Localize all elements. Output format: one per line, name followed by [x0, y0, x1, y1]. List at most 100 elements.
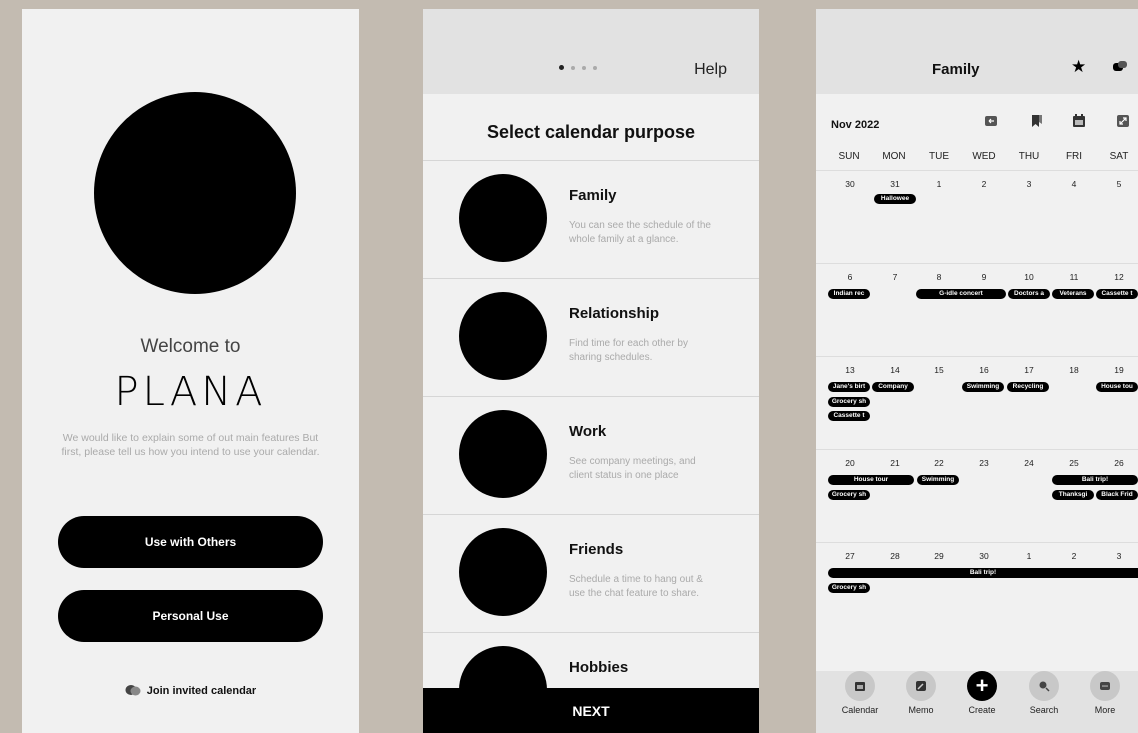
day-cell[interactable]: 6 — [835, 272, 865, 282]
use-with-others-button[interactable]: Use with Others — [58, 516, 323, 568]
day-cell[interactable]: 26 — [1104, 458, 1134, 468]
day-cell[interactable]: 30 — [969, 551, 999, 561]
day-cell[interactable]: 9 — [969, 272, 999, 282]
day-cell[interactable]: 25 — [1059, 458, 1089, 468]
chat-icon[interactable] — [1113, 61, 1127, 73]
page-title: Select calendar purpose — [486, 122, 696, 142]
page-dot — [582, 65, 586, 70]
purpose-image — [459, 292, 547, 380]
calendar-icon[interactable] — [1072, 114, 1086, 128]
nav-search[interactable]: Search — [1014, 671, 1074, 715]
bookmark-icon[interactable] — [1030, 114, 1044, 128]
event-chip[interactable]: G-idle concert — [916, 289, 1006, 299]
event-chip[interactable]: Grocery sh — [828, 490, 870, 500]
day-cell[interactable]: 2 — [969, 179, 999, 189]
event-chip[interactable]: Doctors a — [1008, 289, 1050, 299]
event-chip[interactable]: Thanksgi — [1052, 490, 1094, 500]
event-chip[interactable]: House tou — [1096, 382, 1138, 392]
nav-label: Memo — [908, 705, 934, 715]
day-cell[interactable]: 8 — [924, 272, 954, 282]
day-cell[interactable]: 10 — [1014, 272, 1044, 282]
page-dot — [593, 65, 597, 70]
month-label: Nov 2022 — [831, 119, 880, 131]
day-cell[interactable]: 1 — [1014, 551, 1044, 561]
next-button[interactable]: NEXT — [423, 688, 759, 733]
search-icon — [1029, 671, 1059, 701]
day-cell[interactable]: 31 — [880, 179, 910, 189]
event-chip[interactable]: Grocery sh — [828, 397, 870, 407]
day-cell[interactable]: 30 — [835, 179, 865, 189]
join-invited-calendar-link[interactable]: Join invited calendar — [22, 684, 359, 697]
event-chip[interactable]: House tour — [828, 475, 914, 485]
top-bar: Help — [423, 9, 759, 94]
day-cell[interactable]: 21 — [880, 458, 910, 468]
weekday-label: FRI — [1065, 151, 1083, 162]
day-cell[interactable]: 19 — [1104, 365, 1134, 375]
event-chip[interactable]: Swimming — [917, 475, 959, 485]
nav-more[interactable]: More — [1075, 671, 1135, 715]
event-chip[interactable]: Company — [872, 382, 914, 392]
purpose-item-work[interactable]: Work See company meetings, and client st… — [423, 396, 759, 514]
day-cell[interactable]: 20 — [835, 458, 865, 468]
purpose-name: Family — [569, 187, 617, 204]
day-cell[interactable]: 3 — [1104, 551, 1134, 561]
day-cell[interactable]: 2 — [1059, 551, 1089, 561]
purpose-image — [459, 528, 547, 616]
bottom-navigation: Calendar Memo + Create Search More — [816, 671, 1138, 733]
family-calendar-screen: Family ★ Nov 2022 SUN MON TUE WED THU FR… — [816, 9, 1138, 733]
day-cell[interactable]: 23 — [969, 458, 999, 468]
purpose-image — [459, 174, 547, 262]
event-chip[interactable]: Indian rec — [828, 289, 870, 299]
day-cell[interactable]: 1 — [924, 179, 954, 189]
day-cell[interactable]: 5 — [1104, 179, 1134, 189]
day-cell[interactable]: 17 — [1014, 365, 1044, 375]
day-cell[interactable]: 24 — [1014, 458, 1044, 468]
star-icon[interactable]: ★ — [1071, 57, 1086, 77]
purpose-item-friends[interactable]: Friends Schedule a time to hang out & us… — [423, 514, 759, 632]
purpose-item-relationship[interactable]: Relationship Find time for each other by… — [423, 278, 759, 396]
day-cell[interactable]: 12 — [1104, 272, 1134, 282]
page-indicator — [559, 65, 597, 70]
nav-memo[interactable]: Memo — [891, 671, 951, 715]
nav-calendar[interactable]: Calendar — [830, 671, 890, 715]
day-cell[interactable]: 13 — [835, 365, 865, 375]
chat-bubbles-icon — [125, 685, 141, 696]
event-chip[interactable]: Grocery sh — [828, 583, 870, 593]
event-chip[interactable]: Black Frid — [1096, 490, 1138, 500]
day-cell[interactable]: 4 — [1059, 179, 1089, 189]
day-cell[interactable]: 7 — [880, 272, 910, 282]
day-cell[interactable]: 18 — [1059, 365, 1089, 375]
week-divider — [816, 263, 1138, 264]
nav-create[interactable]: + Create — [952, 671, 1012, 715]
day-cell[interactable]: 15 — [924, 365, 954, 375]
purpose-list: Family You can see the schedule of the w… — [423, 160, 759, 733]
purpose-item-family[interactable]: Family You can see the schedule of the w… — [423, 160, 759, 278]
day-cell[interactable]: 28 — [880, 551, 910, 561]
top-bar: Family ★ — [816, 9, 1138, 94]
help-button[interactable]: Help — [694, 61, 727, 79]
event-chip[interactable]: Swimming — [962, 382, 1004, 392]
day-cell[interactable]: 3 — [1014, 179, 1044, 189]
day-cell[interactable]: 29 — [924, 551, 954, 561]
calendar-icon — [845, 671, 875, 701]
nav-label: More — [1094, 705, 1116, 715]
event-chip[interactable]: Cassette t — [828, 411, 870, 421]
event-chip[interactable]: Cassette t — [1096, 289, 1138, 299]
day-cell[interactable]: 27 — [835, 551, 865, 561]
day-cell[interactable]: 11 — [1059, 272, 1089, 282]
join-invited-calendar-label: Join invited calendar — [146, 684, 257, 697]
day-cell[interactable]: 14 — [880, 365, 910, 375]
expand-icon[interactable] — [1116, 114, 1130, 128]
event-chip[interactable]: Bali trip! — [1052, 475, 1138, 485]
day-cell[interactable]: 22 — [924, 458, 954, 468]
day-cell[interactable]: 16 — [969, 365, 999, 375]
event-chip[interactable]: Recycling — [1007, 382, 1049, 392]
personal-use-button[interactable]: Personal Use — [58, 590, 323, 642]
event-chip[interactable]: Hallowee — [874, 194, 916, 204]
undo-icon[interactable] — [984, 114, 998, 128]
page-dot-active — [559, 65, 564, 70]
event-chip[interactable]: Bali trip! — [828, 568, 1138, 578]
week-divider — [816, 170, 1138, 171]
event-chip[interactable]: Veterans — [1052, 289, 1094, 299]
event-chip[interactable]: Jane's birt — [828, 382, 870, 392]
